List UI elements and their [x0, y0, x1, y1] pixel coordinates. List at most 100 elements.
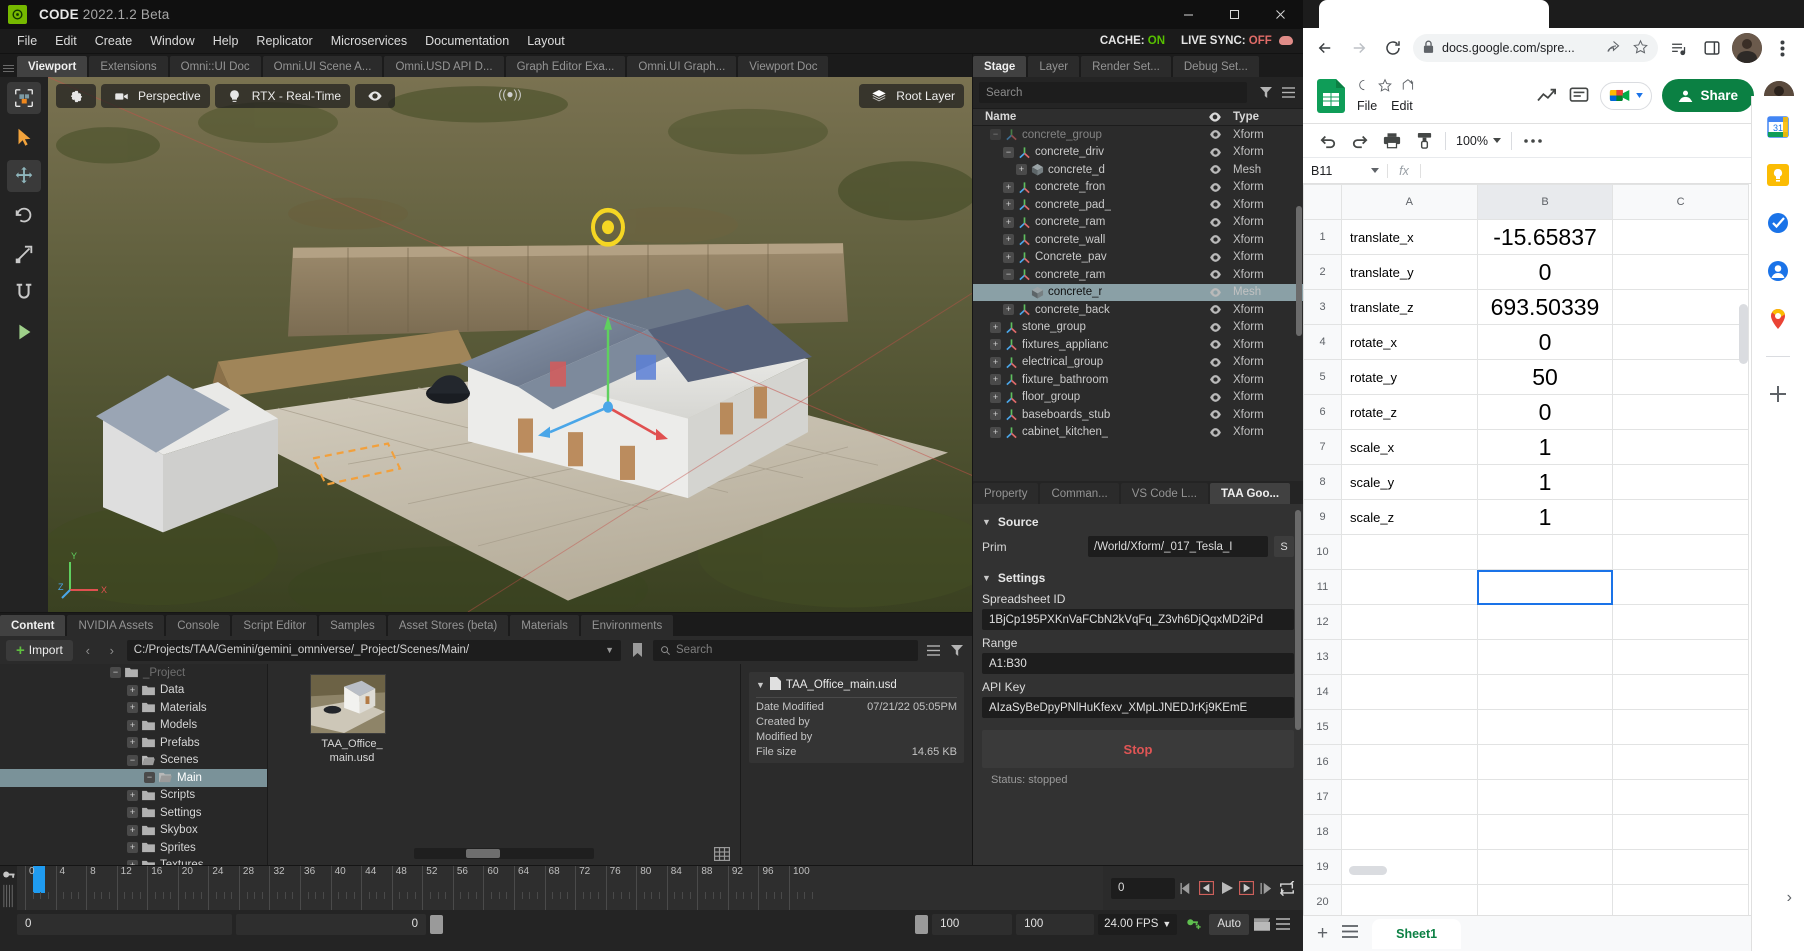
stage-row[interactable]: + concrete_ram Xform [973, 214, 1303, 232]
calendar-icon[interactable]: 31 [1767, 116, 1789, 138]
chevron-down-icon[interactable]: ▼ [1162, 919, 1171, 929]
tree-expander[interactable]: + [1003, 234, 1014, 246]
redo-icon[interactable] [1349, 130, 1371, 152]
visibility-toggle-icon[interactable] [1201, 287, 1229, 297]
visibility-toggle-icon[interactable] [1201, 252, 1229, 262]
table-row[interactable]: 2 translate_y 0 [1303, 254, 1749, 290]
folder-row[interactable]: + Settings [0, 804, 267, 822]
chevron-down-icon[interactable]: ▼ [605, 645, 614, 655]
tree-expander[interactable]: − [1003, 146, 1014, 158]
print-icon[interactable] [1381, 130, 1403, 152]
tab-content[interactable]: Content [0, 615, 66, 636]
table-row[interactable]: 13 [1303, 639, 1749, 675]
cell-b[interactable] [1476, 674, 1614, 710]
cell-c[interactable] [1612, 779, 1749, 815]
table-row[interactable]: 6 rotate_z 0 [1303, 394, 1749, 430]
column-header-c[interactable]: C [1612, 184, 1749, 220]
folder-row[interactable]: + Textures [0, 857, 267, 865]
chevron-down-icon[interactable]: ▼ [756, 680, 765, 690]
cell-a[interactable]: rotate_x [1341, 324, 1478, 360]
spreadsheet-grid[interactable]: A B C 1 translate_x -15.65837 2 translate_y 0… [1303, 184, 1804, 915]
expand-rail-icon[interactable]: › [1787, 889, 1792, 907]
stage-row[interactable]: − concrete_group Xform [973, 126, 1303, 144]
tree-expander[interactable]: + [1003, 216, 1014, 228]
row-header[interactable]: 2 [1303, 254, 1342, 290]
tree-expander[interactable]: − [1003, 269, 1014, 281]
cell-b[interactable]: -15.65837 [1476, 219, 1614, 255]
cell-c[interactable] [1612, 394, 1749, 430]
tree-expander[interactable]: + [1003, 199, 1014, 211]
stage-row-selected[interactable]: concrete_r Mesh [973, 283, 1303, 301]
name-box[interactable]: B11 [1303, 164, 1387, 178]
folder-row-selected[interactable]: − Main [0, 769, 267, 787]
cell-c[interactable] [1612, 534, 1749, 570]
star-outline-icon[interactable] [1355, 78, 1369, 97]
meet-button[interactable] [1600, 81, 1653, 110]
cell-a[interactable]: scale_y [1341, 464, 1478, 500]
row-header[interactable]: 19 [1303, 849, 1342, 885]
timeline-end-input[interactable]: 100 [932, 913, 1013, 935]
cell-a[interactable] [1341, 814, 1478, 850]
tab-omni-ui-graph[interactable]: Omni.UI Graph... [627, 56, 737, 77]
property-scrollbar-thumb[interactable] [1295, 510, 1301, 730]
visibility-toggle-icon[interactable] [1201, 357, 1229, 367]
scrollbar-thumb[interactable] [466, 849, 500, 858]
stage-row[interactable]: + fixture_bathroom Xform [973, 371, 1303, 389]
tab-omni-ui-scene[interactable]: Omni.UI Scene A... [262, 56, 383, 77]
row-header[interactable]: 1 [1303, 219, 1342, 255]
camera-selector[interactable]: Perspective [101, 84, 210, 108]
cell-b[interactable]: 693.50339 [1476, 289, 1614, 325]
timeline-menu-icon[interactable] [1274, 914, 1291, 934]
stage-row[interactable]: + floor_group Xform [973, 389, 1303, 407]
timeline-start-input[interactable]: 0 [17, 913, 232, 935]
cell-a[interactable]: rotate_y [1341, 359, 1478, 395]
cell-b[interactable] [1476, 814, 1614, 850]
cell-c[interactable] [1612, 709, 1749, 745]
tree-expander[interactable]: + [990, 321, 1001, 333]
tree-expander[interactable]: + [127, 824, 138, 836]
table-row[interactable]: 12 [1303, 604, 1749, 640]
stage-scrollbar-thumb[interactable] [1296, 206, 1302, 336]
table-row[interactable]: 3 translate_z 693.50339 [1303, 289, 1749, 325]
fps-selector[interactable]: 24.00 FPS ▼ [1098, 913, 1178, 935]
tree-expander[interactable]: + [990, 426, 1001, 438]
contacts-icon[interactable] [1767, 260, 1789, 282]
tab-omni-ui-doc[interactable]: Omni::UI Doc [169, 56, 261, 77]
visibility-toggle-icon[interactable] [1201, 270, 1229, 280]
stage-row[interactable]: + fixtures_applianc Xform [973, 336, 1303, 354]
prim-select-button[interactable]: S [1274, 536, 1294, 557]
range-input[interactable]: A1:B30 [982, 653, 1294, 674]
table-row[interactable]: 4 rotate_x 0 [1303, 324, 1749, 360]
tab-console[interactable]: Console [166, 615, 231, 636]
tab-asset-stores[interactable]: Asset Stores (beta) [387, 615, 509, 636]
folder-row[interactable]: + Sprites [0, 839, 267, 857]
move-icon[interactable] [7, 160, 41, 192]
tab-grip-handle[interactable] [0, 54, 17, 77]
sheets-menu-file[interactable]: File [1357, 99, 1377, 113]
stage-row[interactable]: + concrete_fron Xform [973, 179, 1303, 197]
visibility-toggle-icon[interactable] [1201, 305, 1229, 315]
row-header[interactable]: 16 [1303, 744, 1342, 780]
tab-render-settings[interactable]: Render Set... [1081, 56, 1171, 77]
stage-row[interactable]: + Concrete_pav Xform [973, 249, 1303, 267]
tab-layer[interactable]: Layer [1028, 56, 1080, 77]
add-sheet-button[interactable]: + [1317, 923, 1328, 945]
tab-viewport-doc[interactable]: Viewport Doc [738, 56, 829, 77]
tree-expander[interactable]: − [127, 754, 138, 766]
minimize-button[interactable] [1165, 0, 1211, 29]
spreadsheet-id-input[interactable]: 1BjCp195PXKnVaFCbN2kVqFq_Z3vh6DjQqxMD2iP… [982, 609, 1294, 630]
cell-a[interactable] [1341, 534, 1478, 570]
cell-c[interactable] [1612, 289, 1749, 325]
menu-layout[interactable]: Layout [518, 31, 574, 51]
share-button[interactable]: Share [1662, 79, 1754, 112]
visibility-toggle-icon[interactable] [1201, 427, 1229, 437]
sheet-tab-sheet1[interactable]: Sheet1 [1372, 918, 1462, 949]
content-forward-button[interactable]: › [103, 640, 121, 661]
table-row[interactable]: 15 [1303, 709, 1749, 745]
stage-filter-icon[interactable] [1257, 83, 1275, 103]
table-row[interactable]: 16 [1303, 744, 1749, 780]
cell-c[interactable] [1612, 254, 1749, 290]
tree-expander[interactable]: − [990, 129, 1001, 141]
folder-row[interactable]: − _Project [0, 664, 267, 682]
chevron-down-icon[interactable]: ▼ [982, 517, 991, 527]
